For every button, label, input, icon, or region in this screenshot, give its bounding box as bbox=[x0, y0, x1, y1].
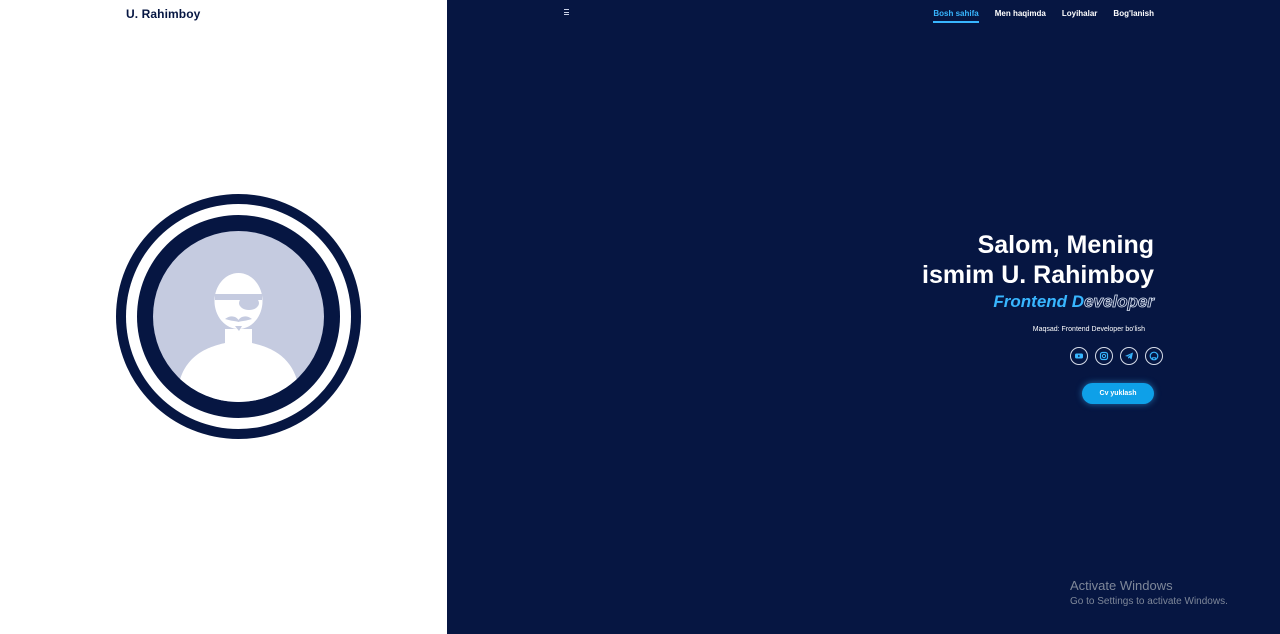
hero-role-solid: Frontend D bbox=[993, 292, 1085, 311]
hero-name: ismim U. Rahimboy bbox=[922, 261, 1154, 289]
social-links bbox=[1070, 347, 1163, 365]
nav-link-contact[interactable]: Bog'lanish bbox=[1113, 9, 1154, 23]
github-icon[interactable] bbox=[1145, 347, 1163, 365]
cv-download-button[interactable]: Cv yuklash bbox=[1082, 383, 1154, 404]
hero-role: Frontend Developer bbox=[922, 291, 1154, 313]
goal-text: Maqsad: Frontend Developer bo'lish bbox=[1032, 326, 1145, 333]
anonymous-person-icon bbox=[177, 273, 300, 402]
nav-link-projects[interactable]: Loyihalar bbox=[1062, 9, 1098, 23]
hamburger-icon[interactable] bbox=[564, 9, 569, 15]
brand-logo[interactable]: U. Rahimboy bbox=[126, 7, 200, 21]
nav-link-about[interactable]: Men haqimda bbox=[995, 9, 1046, 23]
hero-section: Salom, Mening ismim U. Rahimboy Frontend… bbox=[922, 230, 1154, 313]
nav-link-home[interactable]: Bosh sahifa bbox=[933, 9, 979, 23]
hero-role-outline: eveloper bbox=[1084, 292, 1155, 312]
main-nav: Bosh sahifa Men haqimda Loyihalar Bog'la… bbox=[933, 9, 1154, 23]
activate-windows-title: Activate Windows bbox=[1070, 578, 1173, 593]
avatar bbox=[153, 231, 324, 402]
instagram-icon[interactable] bbox=[1095, 347, 1113, 365]
right-panel bbox=[447, 0, 1280, 634]
activate-windows-subtitle: Go to Settings to activate Windows. bbox=[1070, 596, 1228, 607]
hero-greeting: Salom, Mening bbox=[977, 231, 1154, 259]
youtube-icon[interactable] bbox=[1070, 347, 1088, 365]
telegram-icon[interactable] bbox=[1120, 347, 1138, 365]
windows-activation-watermark: Activate Windows Go to Settings to activ… bbox=[1070, 578, 1228, 608]
